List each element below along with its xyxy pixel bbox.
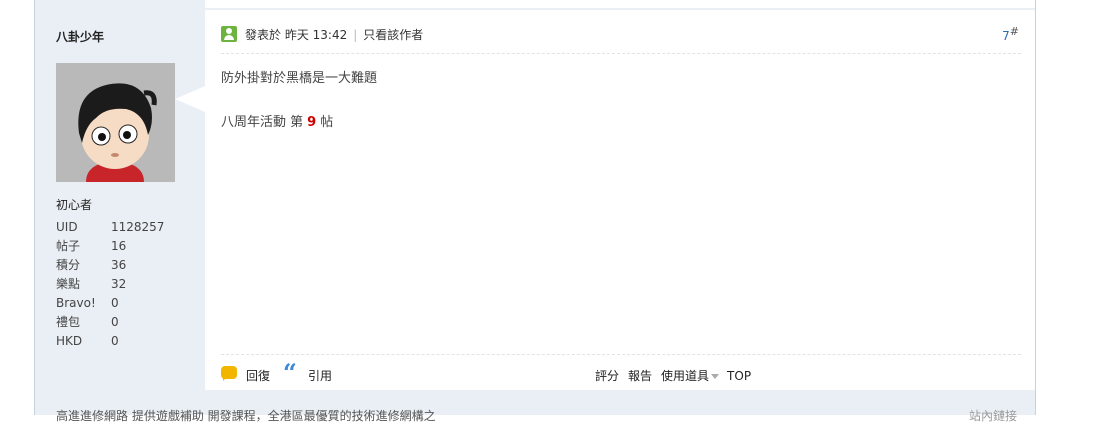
stat-value[interactable]: 1128257	[111, 220, 164, 234]
stat-label: 積分	[56, 258, 81, 272]
post-frame: 八卦少年 初心者 UID 1128257 帖子 16 積分 36 樂點 32 Brav	[34, 0, 1036, 423]
quote-icon[interactable]: “	[283, 361, 297, 385]
bottom-right-link[interactable]: 站內鏈接	[969, 407, 1017, 424]
stat-value: 0	[111, 296, 119, 310]
author-rank[interactable]: 初心者	[56, 196, 92, 213]
online-user-icon	[221, 26, 237, 42]
quote-button[interactable]: 引用	[308, 367, 332, 384]
reply-button[interactable]: 回復	[246, 367, 270, 384]
author-name[interactable]: 八卦少年	[56, 28, 104, 45]
previous-post-bottom	[205, 0, 1035, 8]
event-suffix: 帖	[320, 115, 334, 130]
stat-value: 32	[111, 277, 127, 291]
author-stats: UID 1128257 帖子 16 積分 36 樂點 32 Bravo! 0 禮包 0 HK…	[56, 218, 164, 351]
only-author-link[interactable]: 只看該作者	[363, 28, 423, 42]
next-post-strip: 高進進修網路 提供遊戲補助 開發課程，全港區最優質的技術進修網構之 站內鏈接	[35, 390, 1035, 423]
use-tools-button[interactable]: 使用道具	[661, 369, 709, 383]
post-header: 發表於 昨天 13:42 | 只看該作者 7#	[221, 25, 1021, 54]
cartoon-avatar-icon	[56, 63, 175, 182]
event-line: 八周年活動 第9帖	[221, 111, 333, 130]
stat-label: 帖子	[56, 239, 81, 253]
stat-row-points: 積分 36	[56, 256, 164, 275]
floor-number: 7	[1002, 29, 1010, 43]
stat-row-posts: 帖子 16	[56, 237, 164, 256]
stat-value: 36	[111, 258, 127, 272]
speech-bubble-icon[interactable]	[221, 366, 237, 381]
stat-row-music-points: 樂點 32	[56, 275, 164, 294]
rate-button[interactable]: 評分	[595, 369, 619, 383]
avatar[interactable]	[56, 63, 175, 182]
stat-row-uid: UID 1128257	[56, 218, 164, 237]
post-footer: 回復 “ 引用 評分 報告 使用道具 TOP	[221, 354, 1021, 391]
event-prefix: 八周年活動 第	[221, 115, 304, 130]
stat-label: 禮包	[56, 315, 81, 329]
meta-separator: |	[353, 28, 358, 42]
floor-number-link[interactable]: 7#	[1002, 25, 1019, 43]
top-link[interactable]: TOP	[727, 369, 751, 383]
post-actions: 評分 報告 使用道具 TOP	[595, 367, 760, 384]
event-number: 9	[307, 115, 317, 130]
stat-label: HKD	[56, 334, 83, 348]
stat-label: Bravo!	[56, 296, 96, 310]
stat-value: 0	[111, 334, 119, 348]
stat-label: 樂點	[56, 277, 81, 291]
stat-value: 0	[111, 315, 119, 329]
floor-symbol: #	[1009, 25, 1019, 38]
stat-row-hkd: HKD 0	[56, 332, 164, 351]
post-meta: 發表於 昨天 13:42 | 只看該作者	[245, 26, 423, 43]
stat-row-gift: 禮包 0	[56, 313, 164, 332]
post-content-area: 發表於 昨天 13:42 | 只看該作者 7# 防外掛對於黑橋是一大難題 八周年活動…	[205, 10, 1035, 390]
post-body: 防外掛對於黑橋是一大難題	[221, 71, 378, 86]
author-sidebar: 八卦少年 初心者 UID 1128257 帖子 16 積分 36 樂點 32 Brav	[35, 10, 205, 390]
stat-label: UID	[56, 220, 78, 234]
post-time: 發表於 昨天 13:42	[245, 28, 348, 42]
stat-row-bravo: Bravo! 0	[56, 294, 164, 313]
signature-text[interactable]: 高進進修網路 提供遊戲補助 開發課程，全港區最優質的技術進修網構之	[56, 407, 436, 424]
stat-value[interactable]: 16	[111, 239, 126, 253]
report-button[interactable]: 報告	[628, 369, 652, 383]
avatar-pointer	[175, 86, 205, 112]
chevron-down-icon[interactable]	[711, 374, 720, 379]
